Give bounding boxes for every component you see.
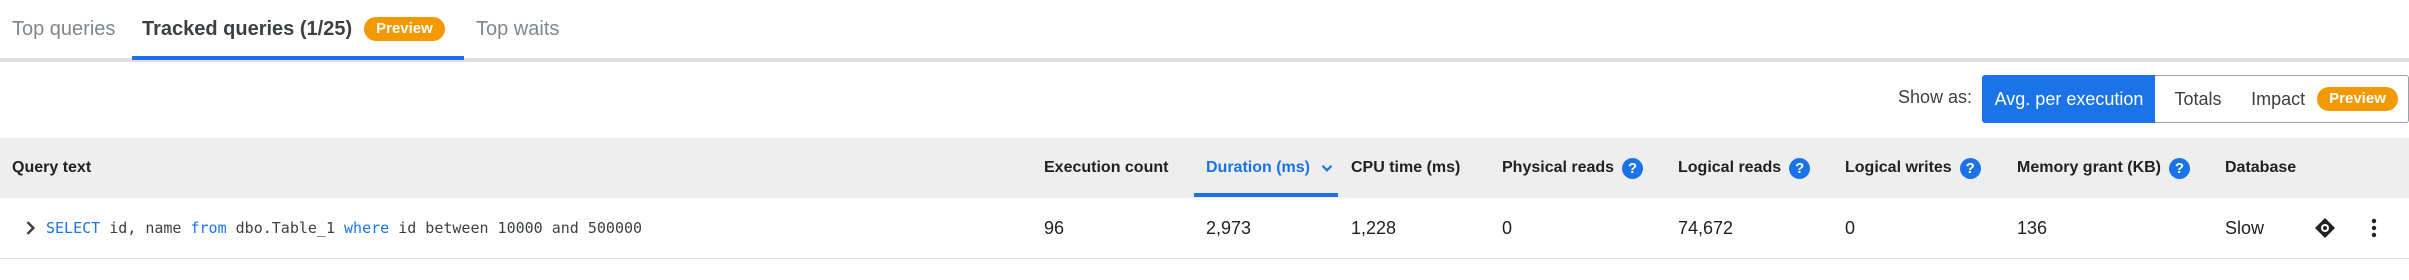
- column-label: CPU time (ms): [1351, 159, 1461, 176]
- tab-label: Top queries: [12, 17, 116, 40]
- sql-keyword: from: [190, 219, 227, 237]
- tab-bar: Top queries Tracked queries (1/25) Previ…: [0, 0, 2409, 62]
- column-header-cpu-time[interactable]: CPU time (ms): [1351, 138, 1460, 198]
- option-label: Impact: [2251, 88, 2306, 109]
- option-label: Avg. per execution: [1994, 88, 2144, 109]
- column-header-logical-writes[interactable]: Logical writes ?: [1845, 138, 1981, 198]
- tab-label: Top waits: [476, 17, 560, 40]
- column-label: Physical reads: [1502, 159, 1615, 176]
- active-tab-indicator: [132, 56, 464, 60]
- sql-text: dbo.Table_1: [226, 219, 345, 237]
- column-label: Logical writes: [1845, 159, 1952, 176]
- column-label: Logical reads: [1678, 159, 1782, 176]
- cell-cpu-time: 1,228: [1351, 217, 1397, 238]
- tab-top-waits[interactable]: Top waits: [476, 0, 559, 58]
- tab-tracked-queries[interactable]: Tracked queries (1/25) Preview: [142, 0, 445, 58]
- cell-execution-count: 96: [1044, 217, 1065, 238]
- show-as-totals[interactable]: Totals: [2155, 75, 2242, 123]
- column-label: Database: [2225, 159, 2297, 176]
- preview-badge: Preview: [364, 17, 445, 41]
- preview-badge: Preview: [2317, 87, 2398, 111]
- table-header: Query text Execution count Duration (ms)…: [0, 138, 2409, 198]
- column-label: Query text: [12, 159, 92, 176]
- table-row[interactable]: SELECT id, name from dbo.Table_1 where i…: [0, 198, 2409, 259]
- sorted-column-indicator: [1194, 193, 1338, 197]
- show-as-avg-per-execution[interactable]: Avg. per execution: [1982, 75, 2156, 123]
- show-as-label: Show as:: [1898, 87, 1973, 107]
- cell-physical-reads: 0: [1502, 217, 1513, 238]
- help-icon[interactable]: ?: [2169, 157, 2191, 179]
- sql-text: id, name: [100, 219, 191, 237]
- column-header-physical-reads[interactable]: Physical reads ?: [1502, 138, 1644, 198]
- more-vert-icon[interactable]: [2364, 198, 2384, 258]
- help-icon[interactable]: ?: [1789, 157, 1811, 179]
- column-header-logical-reads[interactable]: Logical reads ?: [1678, 138, 1811, 198]
- cell-duration: 2,973: [1206, 217, 1252, 238]
- sql-keyword: where: [344, 219, 390, 237]
- query-text: SELECT id, name from dbo.Table_1 where i…: [46, 198, 642, 258]
- help-icon[interactable]: ?: [1622, 157, 1644, 179]
- sql-text: id between 10000 and 500000: [389, 219, 643, 237]
- column-header-memory-grant[interactable]: Memory grant (KB) ?: [2017, 138, 2191, 198]
- help-icon[interactable]: ?: [1959, 157, 1981, 179]
- cell-logical-writes: 0: [1845, 217, 1856, 238]
- chevron-right-icon[interactable]: [20, 198, 40, 258]
- column-label: Duration (ms): [1206, 159, 1310, 176]
- column-label: Memory grant (KB): [2017, 159, 2162, 176]
- column-header-duration[interactable]: Duration (ms): [1206, 138, 1336, 198]
- show-as-impact[interactable]: Impact Preview: [2241, 75, 2409, 123]
- cell-memory-grant: 136: [2017, 217, 2048, 238]
- target-icon[interactable]: [2313, 198, 2337, 258]
- cell-logical-reads: 74,672: [1678, 217, 1734, 238]
- column-header-database[interactable]: Database: [2225, 138, 2296, 198]
- tab-label: Tracked queries (1/25): [142, 17, 353, 40]
- column-header-query-text: Query text: [12, 138, 91, 198]
- sql-keyword: SELECT: [46, 219, 101, 237]
- column-label: Execution count: [1044, 159, 1169, 176]
- option-label: Totals: [2174, 88, 2222, 109]
- tab-top-queries[interactable]: Top queries: [12, 0, 115, 58]
- chevron-down-icon: [1321, 164, 1333, 172]
- column-header-execution-count[interactable]: Execution count: [1044, 138, 1168, 198]
- cell-database: Slow: [2225, 217, 2265, 238]
